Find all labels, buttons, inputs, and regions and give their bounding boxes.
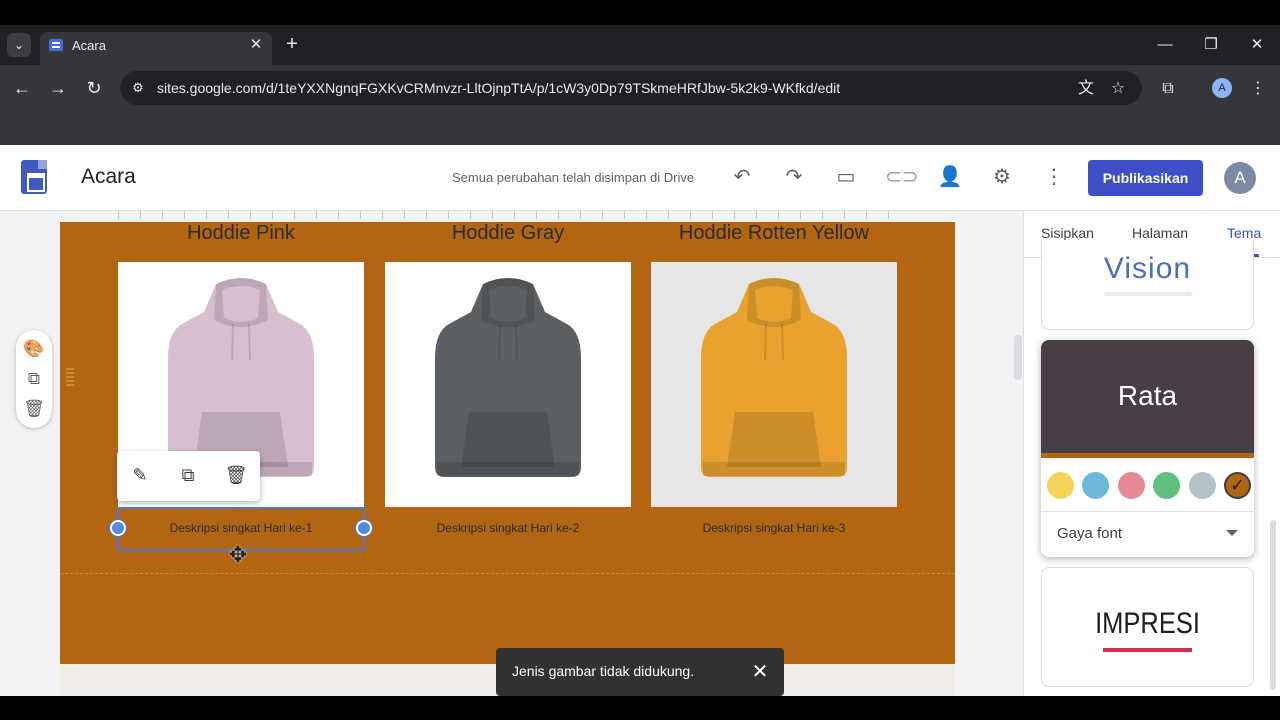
- font-style-dropdown[interactable]: Gaya font: [1057, 525, 1122, 542]
- close-window-icon[interactable]: ✕: [1245, 33, 1269, 57]
- settings-gear-icon[interactable]: ⚙: [989, 164, 1015, 190]
- theme-impresi-underline: [1103, 648, 1192, 652]
- theme-rata-accent-bar: [1041, 453, 1254, 458]
- hoodie-gray-image: [435, 278, 581, 477]
- minimize-window-icon[interactable]: —: [1153, 33, 1177, 57]
- drag-handle-icon[interactable]: ⋯⋯: [231, 507, 247, 515]
- delete-trash-icon[interactable]: 🗑: [224, 463, 248, 487]
- color-swatch-6[interactable]: ✓: [1224, 472, 1251, 499]
- sites-favicon-icon: [49, 39, 63, 51]
- new-tab-button[interactable]: +: [282, 34, 302, 54]
- section-palette-icon[interactable]: 🎨: [22, 337, 46, 361]
- theme-rata-label: Rata: [1117, 380, 1178, 411]
- bookmark-star-icon[interactable]: ☆: [1108, 79, 1128, 99]
- chrome-menu-icon[interactable]: ⋮: [1248, 79, 1268, 99]
- color-swatch-4[interactable]: [1153, 472, 1181, 499]
- product-title-pink[interactable]: Hoddie Pink: [118, 222, 364, 245]
- browser-tab-title: Acara: [72, 38, 106, 53]
- color-swatch-5[interactable]: [1188, 472, 1216, 499]
- preview-devices-icon[interactable]: ▭: [833, 164, 859, 190]
- section-delete-icon[interactable]: 🗑: [22, 397, 46, 421]
- section-divider: [60, 573, 955, 574]
- toast-close-icon[interactable]: ✕: [748, 660, 772, 684]
- product-title-gray[interactable]: Hoddie Gray: [385, 222, 631, 245]
- resize-handle-left[interactable]: [110, 520, 126, 536]
- redo-icon[interactable]: ↷: [781, 164, 807, 190]
- back-arrow-icon[interactable]: ←: [10, 76, 34, 100]
- translate-icon[interactable]: 文: [1076, 79, 1096, 99]
- hoodie-yellow-image: [701, 278, 847, 477]
- more-options-icon[interactable]: ⋮: [1041, 164, 1067, 190]
- tab-themes[interactable]: Tema: [1227, 225, 1261, 241]
- publish-button[interactable]: Publikasikan: [1088, 160, 1203, 196]
- chevron-down-icon[interactable]: [1226, 530, 1238, 536]
- reload-icon[interactable]: ↻: [82, 76, 106, 100]
- duplicate-icon[interactable]: ⧉: [176, 463, 200, 487]
- product-description-2[interactable]: Deskripsi singkat Hari ke-2: [385, 521, 631, 535]
- section-duplicate-icon[interactable]: ⧉: [22, 367, 46, 391]
- tab-insert[interactable]: Sisipkan: [1041, 225, 1094, 241]
- site-info-icon[interactable]: ⚙: [129, 79, 147, 97]
- editor-scrollbar[interactable]: [1014, 335, 1022, 380]
- account-avatar[interactable]: A: [1224, 162, 1256, 194]
- section-drag-handle-icon[interactable]: [66, 368, 74, 388]
- screen-bottom-edge: [0, 696, 1280, 720]
- extensions-icon[interactable]: ⧉: [1158, 79, 1178, 99]
- swatch-divider: [1041, 511, 1254, 512]
- color-swatch-3[interactable]: [1117, 472, 1145, 499]
- close-tab-icon[interactable]: ✕: [247, 36, 265, 54]
- color-swatch-1[interactable]: [1047, 472, 1074, 499]
- product-title-yellow[interactable]: Hoddie Rotten Yellow: [651, 222, 897, 245]
- url-text[interactable]: sites.google.com/d/1teYXXNgnqFGXKvCRMnvz…: [157, 80, 840, 96]
- theme-vision-label: Vision: [1103, 252, 1192, 285]
- link-icon[interactable]: ⊂⊃: [885, 164, 919, 190]
- panel-scrollbar[interactable]: [1270, 520, 1276, 690]
- google-sites-logo-icon[interactable]: [21, 160, 47, 194]
- product-image-yellow[interactable]: [651, 262, 897, 507]
- product-image-gray[interactable]: [385, 262, 631, 507]
- column-ruler: [118, 211, 898, 219]
- resize-handle-right[interactable]: [356, 520, 372, 536]
- product-description-3[interactable]: Deskripsi singkat Hari ke-3: [651, 521, 897, 535]
- toast-message: Jenis gambar tidak didukung.: [512, 663, 695, 679]
- undo-icon[interactable]: ↶: [729, 164, 755, 190]
- share-add-person-icon[interactable]: 👤: [937, 164, 963, 190]
- move-cursor-icon: ✥: [228, 542, 248, 567]
- site-title[interactable]: Acara: [81, 165, 136, 189]
- restore-window-icon[interactable]: ❐: [1199, 33, 1223, 57]
- save-status: Semua perubahan telah disimpan di Drive: [452, 170, 695, 185]
- profile-avatar[interactable]: A: [1212, 78, 1232, 98]
- tab-pages[interactable]: Halaman: [1132, 225, 1188, 241]
- forward-arrow-icon[interactable]: →: [46, 76, 70, 100]
- theme-vision-underline: [1104, 292, 1192, 296]
- tab-search-button[interactable]: ⌄: [7, 33, 31, 57]
- theme-impresi-label: IMPRESI: [1095, 607, 1200, 640]
- edit-pencil-icon[interactable]: ✎: [128, 463, 152, 487]
